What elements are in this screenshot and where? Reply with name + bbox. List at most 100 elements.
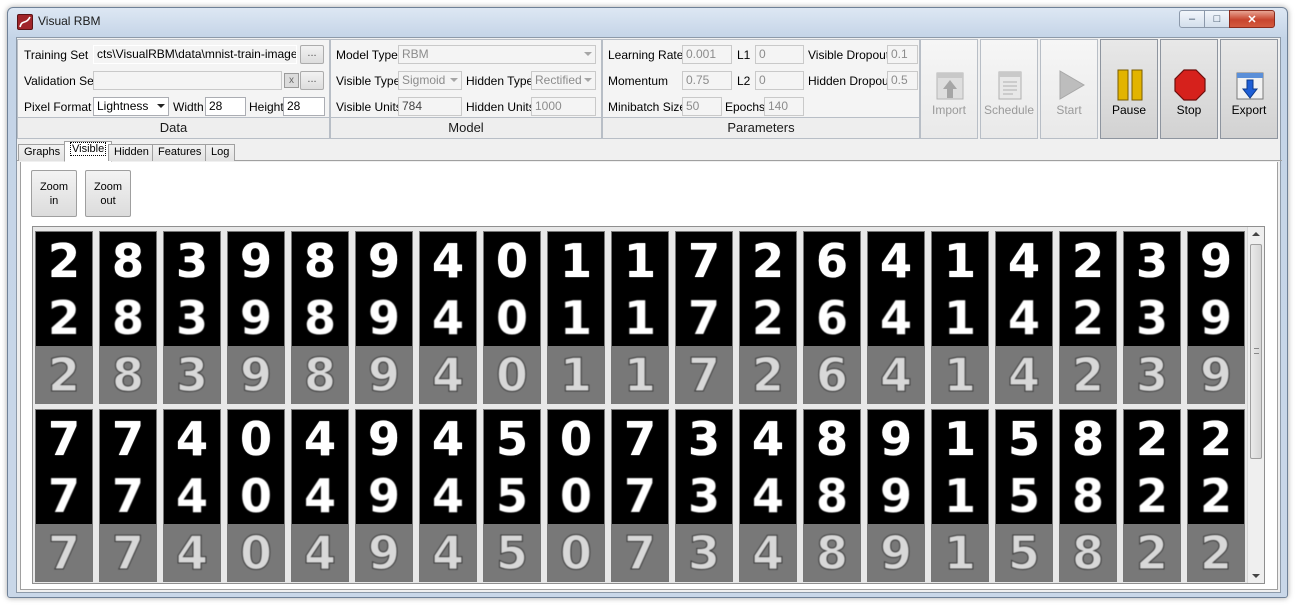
tab-log[interactable]: Log — [205, 144, 236, 161]
schedule-button[interactable]: Schedule — [980, 39, 1038, 139]
play-icon — [1059, 70, 1085, 100]
digit-glyph: 1 — [943, 411, 976, 466]
sample-reconstruction: 4 — [292, 467, 348, 524]
clear-validation-icon[interactable]: x — [284, 73, 299, 88]
tab-graphs[interactable]: Graphs — [18, 144, 67, 161]
digit-glyph: 4 — [879, 347, 912, 402]
scrollbar-thumb[interactable] — [1250, 244, 1262, 459]
digit-glyph: 9 — [367, 347, 400, 402]
tab-visible[interactable]: Visible — [64, 141, 113, 162]
visible-type-dropdown[interactable]: Sigmoid — [398, 71, 462, 90]
tab-features[interactable]: Features — [152, 144, 208, 161]
sample-original: 7 — [36, 410, 92, 467]
sample-tile: 555 — [483, 409, 541, 582]
height-field[interactable]: 28 — [283, 97, 325, 116]
sample-original: 2 — [1188, 410, 1244, 467]
visible-samples-gallery[interactable]: 2228883339998889994440001111117772226664… — [32, 226, 1265, 584]
sample-difference: 2 — [740, 346, 796, 403]
pause-button[interactable]: Pause — [1100, 39, 1158, 139]
sample-tile: 444 — [867, 231, 925, 404]
digit-glyph: 9 — [367, 525, 400, 580]
digit-glyph: 1 — [943, 290, 976, 345]
sample-reconstruction: 7 — [36, 467, 92, 524]
sample-tile: 000 — [483, 231, 541, 404]
model-type-label: Model Type — [336, 48, 398, 62]
hidden-type-dropdown[interactable]: Rectified — [531, 71, 596, 90]
minibatch-size-field[interactable]: 50 — [682, 97, 722, 116]
minimize-button[interactable]: – — [1179, 10, 1205, 28]
sample-tile: 777 — [611, 409, 669, 582]
sample-tile: 222 — [1187, 409, 1245, 582]
learning-rate-field[interactable]: 0.001 — [682, 45, 732, 64]
l2-field[interactable]: 0 — [755, 71, 804, 90]
digit-glyph: 9 — [239, 290, 272, 345]
visible-dropout-field[interactable]: 0.1 — [887, 45, 918, 64]
training-set-browse-button[interactable]: ... — [300, 45, 324, 64]
sample-difference: 8 — [1060, 524, 1116, 581]
sample-difference: 4 — [740, 524, 796, 581]
sample-difference: 2 — [1188, 524, 1244, 581]
pixel-format-dropdown[interactable]: Lightness — [93, 97, 169, 116]
digit-glyph: 1 — [943, 468, 976, 523]
import-icon — [936, 72, 964, 100]
zoom-in-button[interactable]: Zoom in — [31, 170, 77, 217]
start-button[interactable]: Start — [1040, 39, 1098, 139]
import-button[interactable]: Import — [920, 39, 978, 139]
sample-original: 4 — [996, 232, 1052, 289]
scroll-up-icon[interactable] — [1252, 232, 1260, 236]
l1-field[interactable]: 0 — [755, 45, 804, 64]
model-panel: Model Type RBM Visible Type Sigmoid Hidd… — [330, 39, 602, 139]
momentum-field[interactable]: 0.75 — [682, 71, 732, 90]
sample-difference: 9 — [356, 346, 412, 403]
digit-glyph: 4 — [1007, 347, 1040, 402]
stop-button[interactable]: Stop — [1160, 39, 1218, 139]
pause-icon — [1117, 69, 1143, 101]
close-button[interactable]: ✕ — [1229, 10, 1275, 28]
digit-glyph: 2 — [751, 233, 784, 288]
hidden-dropout-field[interactable]: 0.5 — [887, 71, 918, 90]
sample-original: 7 — [676, 232, 732, 289]
parameters-panel-caption: Parameters — [603, 117, 919, 138]
visible-type-value: Sigmoid — [402, 73, 446, 87]
sample-tile: 333 — [163, 231, 221, 404]
digit-glyph: 7 — [623, 411, 656, 466]
zoom-in-label-1: Zoom — [39, 181, 69, 193]
visible-units-label: Visible Units — [336, 100, 402, 114]
digit-glyph: 9 — [367, 468, 400, 523]
model-type-dropdown[interactable]: RBM — [398, 45, 596, 64]
digit-glyph: 0 — [239, 411, 272, 466]
export-button[interactable]: Export — [1220, 39, 1278, 139]
digit-glyph: 7 — [687, 290, 720, 345]
scroll-down-icon[interactable] — [1252, 574, 1260, 578]
gallery-scrollbar[interactable] — [1247, 227, 1264, 583]
hidden-units-field[interactable]: 1000 — [531, 97, 596, 116]
digit-glyph: 8 — [815, 525, 848, 580]
sample-difference: 3 — [164, 346, 220, 403]
validation-set-browse-button[interactable]: ... — [300, 71, 324, 90]
sample-difference: 2 — [36, 346, 92, 403]
zoom-out-button[interactable]: Zoom out — [85, 170, 131, 217]
sample-reconstruction: 9 — [356, 467, 412, 524]
app-window: Visual RBM – □ ✕ Training Set cts\Visual… — [7, 7, 1288, 598]
training-set-field[interactable]: cts\VisualRBM\data\mnist-train-images.id… — [93, 45, 297, 64]
sample-difference: 4 — [292, 524, 348, 581]
sample-original: 4 — [740, 410, 796, 467]
digit-glyph: 4 — [751, 411, 784, 466]
tab-hidden[interactable]: Hidden — [108, 144, 155, 161]
visible-tab-page: Zoom in Zoom out 22288833399988899944400… — [20, 162, 1278, 590]
visible-units-field[interactable]: 784 — [398, 97, 462, 116]
chevron-down-icon — [157, 104, 165, 108]
width-field[interactable]: 28 — [205, 97, 246, 116]
title-bar[interactable]: Visual RBM – □ ✕ — [8, 8, 1287, 34]
sample-tile: 111 — [931, 409, 989, 582]
validation-set-field[interactable] — [93, 71, 282, 90]
sample-reconstruction: 2 — [36, 289, 92, 346]
sample-tile: 999 — [355, 409, 413, 582]
epochs-field[interactable]: 140 — [764, 97, 804, 116]
digit-glyph: 0 — [559, 468, 592, 523]
maximize-button[interactable]: □ — [1204, 10, 1230, 28]
digit-glyph: 2 — [1199, 525, 1232, 580]
sample-reconstruction: 2 — [1188, 467, 1244, 524]
digit-glyph: 4 — [431, 411, 464, 466]
sample-reconstruction: 8 — [100, 289, 156, 346]
